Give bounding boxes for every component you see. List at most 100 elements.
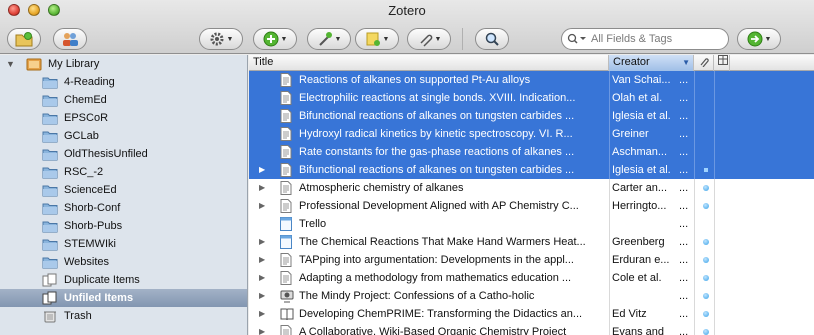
item-title: Hydroxyl radical kinetics by kinetic spe… bbox=[299, 128, 573, 140]
advanced-search-button[interactable] bbox=[475, 28, 509, 50]
table-row[interactable]: Reactions of alkanes on supported Pt-Au … bbox=[249, 71, 814, 89]
expand-triangle-icon[interactable]: ▶ bbox=[259, 197, 265, 215]
sidebar-item-unfiled-items[interactable]: Unfiled Items bbox=[0, 289, 247, 307]
table-row[interactable]: ▶ Developing ChemPRIME: Transforming the … bbox=[249, 305, 814, 323]
new-group-button[interactable] bbox=[53, 28, 87, 50]
expand-triangle-icon[interactable]: ▶ bbox=[259, 233, 265, 251]
column-divider bbox=[609, 215, 610, 233]
sidebar-item-label: Duplicate Items bbox=[64, 274, 140, 286]
column-divider bbox=[714, 269, 715, 287]
attachment-status-icon[interactable] bbox=[703, 239, 709, 245]
sidebar-item-shorb-conf[interactable]: Shorb-Conf bbox=[0, 199, 247, 217]
table-row[interactable]: Electrophilic reactions at single bonds.… bbox=[249, 89, 814, 107]
sidebar-item-label: OldThesisUnfiled bbox=[64, 148, 148, 160]
table-row[interactable]: ▶ The Mindy Project: Confessions of a Cat… bbox=[249, 287, 814, 305]
attachment-status-icon[interactable] bbox=[703, 185, 709, 191]
item-title: Professional Development Aligned with AP… bbox=[299, 200, 579, 212]
sidebar-item-4-reading[interactable]: 4-Reading bbox=[0, 73, 247, 91]
sidebar-item-scienceed[interactable]: ScienceEd bbox=[0, 181, 247, 199]
table-row[interactable]: ▶ The Chemical Reactions That Make Hand W… bbox=[249, 233, 814, 251]
column-header-title[interactable]: Title bbox=[249, 55, 609, 71]
table-row[interactable]: Rate constants for the gas-phase reactio… bbox=[249, 143, 814, 161]
item-title: Atmospheric chemistry of alkanes bbox=[299, 182, 464, 194]
sidebar-item-shorb-pubs[interactable]: Shorb-Pubs bbox=[0, 217, 247, 235]
attachment-status-icon[interactable] bbox=[703, 275, 709, 281]
expand-triangle-icon[interactable]: ▶ bbox=[259, 251, 265, 269]
sidebar-item-gclab[interactable]: GCLab bbox=[0, 127, 247, 145]
sidebar-item-stemwiki[interactable]: STEMWIki bbox=[0, 235, 247, 253]
document-icon bbox=[280, 109, 292, 123]
library-icon bbox=[26, 58, 42, 71]
attachment-status-icon[interactable] bbox=[703, 329, 709, 335]
new-collection-icon bbox=[15, 31, 33, 46]
sidebar-item-label: EPSCoR bbox=[64, 112, 109, 124]
table-row[interactable]: ▶ Atmospheric chemistry of alkanes Carter … bbox=[249, 179, 814, 197]
disclosure-triangle-icon[interactable]: ▼ bbox=[6, 59, 15, 69]
document-icon bbox=[280, 199, 292, 213]
column-picker-icon bbox=[718, 55, 728, 65]
sidebar-item-label: GCLab bbox=[64, 130, 99, 142]
sidebar-item-label: Trash bbox=[64, 310, 92, 322]
item-title: The Chemical Reactions That Make Hand Wa… bbox=[299, 236, 586, 248]
column-header-attachments[interactable] bbox=[694, 55, 714, 71]
document-icon bbox=[280, 181, 292, 195]
column-divider bbox=[609, 269, 610, 287]
expand-triangle-icon[interactable]: ▶ bbox=[259, 287, 265, 305]
attachment-status-icon[interactable] bbox=[703, 311, 709, 317]
column-divider bbox=[694, 323, 695, 335]
window-title: Zotero bbox=[388, 3, 426, 18]
table-row[interactable]: ▶ A Collaborative, Wiki-Based Organic Che… bbox=[249, 323, 814, 335]
folder-icon bbox=[42, 257, 58, 269]
expand-triangle-icon[interactable]: ▶ bbox=[259, 179, 265, 197]
sidebar-item-duplicate-items[interactable]: Duplicate Items bbox=[0, 271, 247, 289]
item-extra: ... bbox=[679, 146, 689, 158]
attachment-status-icon[interactable] bbox=[703, 257, 709, 263]
sidebar-item-epscor[interactable]: EPSCoR bbox=[0, 109, 247, 127]
attachment-status-icon[interactable] bbox=[704, 168, 708, 172]
sidebar-item-label: RSC_-2 bbox=[64, 166, 104, 178]
sidebar-item-label: Shorb-Pubs bbox=[64, 220, 123, 232]
search-field[interactable]: All Fields & Tags bbox=[561, 28, 729, 50]
table-row[interactable]: Trello... bbox=[249, 215, 814, 233]
search-icon bbox=[567, 33, 586, 44]
sidebar-item-trash[interactable]: Trash bbox=[0, 307, 247, 325]
table-row[interactable]: ▶ Adapting a methodology from mathematics… bbox=[249, 269, 814, 287]
table-row[interactable]: ▶ Bifunctional reactions of alkanes on tu… bbox=[249, 161, 814, 179]
table-row[interactable]: ▶ Professional Development Aligned with A… bbox=[249, 197, 814, 215]
add-by-identifier-button[interactable]: ▼ bbox=[307, 28, 351, 50]
column-divider bbox=[609, 179, 610, 197]
table-row[interactable]: ▶ TAPping into argumentation: Development… bbox=[249, 251, 814, 269]
sidebar-item-oldthesisunfiled[interactable]: OldThesisUnfiled bbox=[0, 145, 247, 163]
new-note-button[interactable]: ▼ bbox=[355, 28, 399, 50]
column-header-creator[interactable]: Creator ▼ bbox=[609, 55, 694, 71]
actions-menu-button[interactable]: ▼ bbox=[199, 28, 243, 50]
document-icon bbox=[280, 253, 292, 267]
add-icon bbox=[263, 31, 279, 47]
sidebar-item-my-library[interactable]: ▼ My Library bbox=[0, 55, 247, 73]
expand-triangle-icon[interactable]: ▶ bbox=[259, 323, 265, 335]
folder-icon bbox=[42, 239, 58, 251]
add-attachment-button[interactable]: ▼ bbox=[407, 28, 451, 50]
sidebar-item-rsc-2[interactable]: RSC_-2 bbox=[0, 163, 247, 181]
sidebar-item-websites[interactable]: Websites bbox=[0, 253, 247, 271]
column-divider bbox=[609, 323, 610, 335]
document-icon bbox=[280, 163, 292, 177]
attachment-status-icon[interactable] bbox=[703, 203, 709, 209]
expand-triangle-icon[interactable]: ▶ bbox=[259, 161, 265, 179]
table-row[interactable]: Hydroxyl radical kinetics by kinetic spe… bbox=[249, 125, 814, 143]
attachment-status-icon[interactable] bbox=[703, 293, 709, 299]
column-divider bbox=[609, 71, 610, 89]
column-picker-button[interactable] bbox=[714, 55, 730, 71]
folder-icon bbox=[42, 185, 58, 197]
column-divider bbox=[694, 143, 695, 161]
sidebar-item-chemed[interactable]: ChemEd bbox=[0, 91, 247, 109]
expand-triangle-icon[interactable]: ▶ bbox=[259, 305, 265, 323]
table-row[interactable]: Bifunctional reactions of alkanes on tun… bbox=[249, 107, 814, 125]
new-item-button[interactable]: ▼ bbox=[253, 28, 297, 50]
group-icon bbox=[63, 33, 78, 46]
column-divider bbox=[694, 215, 695, 233]
locate-button[interactable]: ▼ bbox=[737, 28, 781, 50]
new-collection-button[interactable] bbox=[7, 28, 41, 50]
expand-triangle-icon[interactable]: ▶ bbox=[259, 269, 265, 287]
item-extra: ... bbox=[679, 74, 689, 86]
